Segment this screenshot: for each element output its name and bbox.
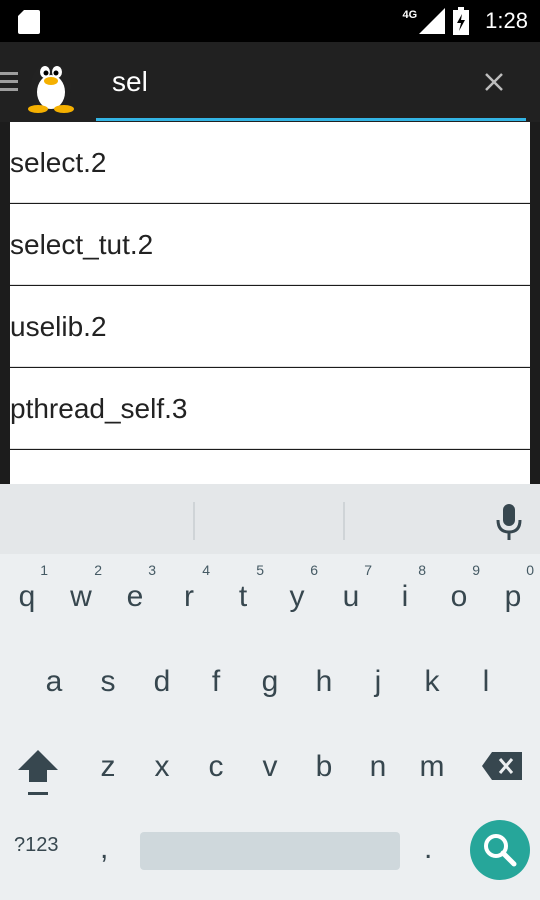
results-list: select.2 select_tut.2 uselib.2 pthread_s… [0,122,540,484]
key-g[interactable]: g [243,639,297,709]
key-p[interactable]: 0p [486,554,540,624]
battery-icon [453,7,470,35]
key-l[interactable]: l [459,639,513,709]
list-item[interactable]: uselib.2 [10,286,530,367]
search-input[interactable] [96,56,498,108]
key-z[interactable]: z [81,724,135,794]
key-y[interactable]: 6y [270,554,324,624]
list-item[interactable]: pthread_self.3 [10,368,530,449]
key-u[interactable]: 7u [324,554,378,624]
search-underline [96,118,526,121]
key-n[interactable]: n [351,724,405,794]
mic-icon[interactable] [494,502,524,542]
key-k[interactable]: k [405,639,459,709]
key-i[interactable]: 8i [378,554,432,624]
comma-key[interactable]: , [100,832,108,866]
tux-logo-icon[interactable] [24,52,78,114]
status-right: 4G 1:28 [402,0,528,42]
suggestion-strip [0,484,540,554]
menu-icon[interactable] [0,70,18,94]
key-v[interactable]: v [243,724,297,794]
action-bar [0,42,540,122]
period-key[interactable]: . [424,832,432,866]
suggestion-divider [193,502,195,540]
network-type-label: 4G [402,9,418,21]
key-x[interactable]: x [135,724,189,794]
backspace-icon[interactable] [480,750,524,782]
space-key[interactable] [140,832,400,870]
shift-icon[interactable] [16,748,60,800]
key-c[interactable]: c [189,724,243,794]
list-item-partial[interactable] [10,450,530,484]
key-o[interactable]: 9o [432,554,486,624]
key-a[interactable]: a [27,639,81,709]
suggestion-divider [343,502,345,540]
key-w[interactable]: 2w [54,554,108,624]
clock: 1:28 [485,8,528,33]
key-e[interactable]: 3e [108,554,162,624]
key-t[interactable]: 5t [216,554,270,624]
soft-keyboard: 1q 2w 3e 4r 5t 6y 7u 8i 9o 0p a s d f g … [0,484,540,900]
key-q[interactable]: 1q [0,554,54,624]
key-h[interactable]: h [297,639,351,709]
key-f[interactable]: f [189,639,243,709]
key-j[interactable]: j [351,639,405,709]
key-s[interactable]: s [81,639,135,709]
search-icon [484,834,517,867]
key-b[interactable]: b [297,724,351,794]
sd-card-icon [18,10,40,34]
key-r[interactable]: 4r [162,554,216,624]
key-m[interactable]: m [405,724,459,794]
search-key[interactable] [470,820,530,880]
close-icon[interactable] [474,62,514,102]
list-item[interactable]: select_tut.2 [10,204,530,285]
signal-icon [419,8,446,34]
symbols-key[interactable]: ?123 [14,834,59,857]
status-bar: 4G 1:28 [0,0,540,42]
list-item[interactable]: select.2 [10,122,530,203]
key-d[interactable]: d [135,639,189,709]
